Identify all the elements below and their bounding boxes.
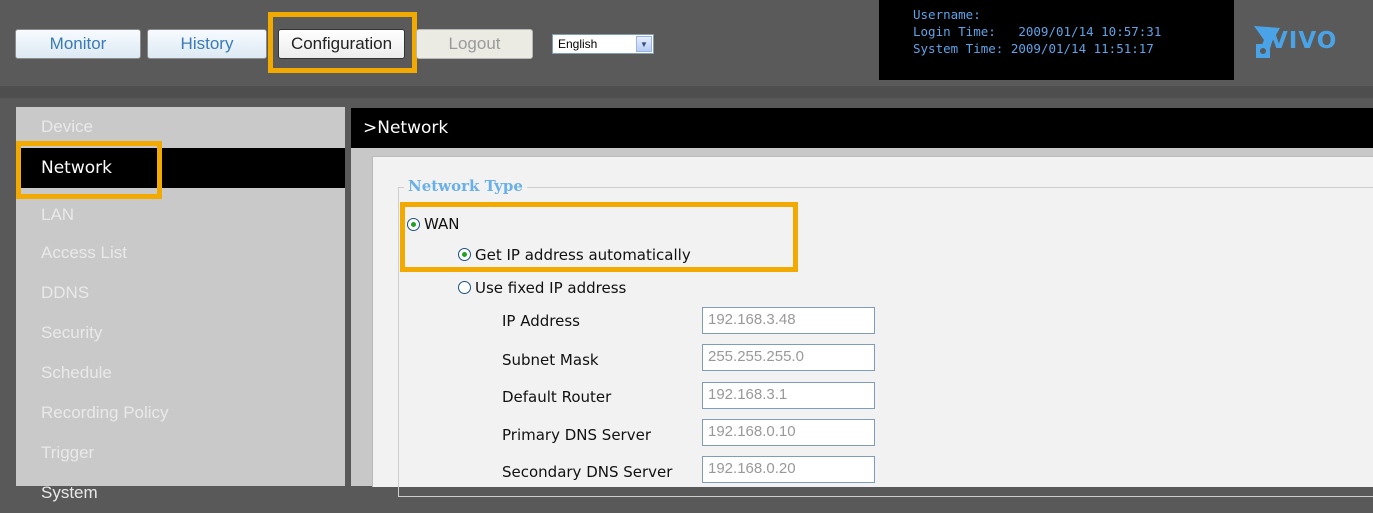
history-button[interactable]: History (147, 29, 267, 59)
sidebar-item-network[interactable]: Network (16, 148, 345, 188)
system-time: System Time: 2009/01/14 11:51:17 (913, 41, 1154, 56)
wan-radio[interactable] (407, 218, 420, 231)
header-divider (0, 86, 1373, 98)
sidebar-item-access-list[interactable]: Access List (16, 233, 345, 273)
sidebar: Device Network LAN Access List DDNS Secu… (16, 107, 345, 502)
login-time: Login Time: 2009/01/14 10:57:31 (913, 24, 1162, 39)
primary-dns-label: Primary DNS Server (502, 426, 651, 444)
secondary-dns-label: Secondary DNS Server (502, 463, 673, 481)
subnet-mask-field[interactable]: 255.255.255.0 (702, 344, 875, 371)
language-selected-value: English (558, 37, 598, 51)
sidebar-item-schedule[interactable]: Schedule (16, 353, 345, 393)
page-title: >Network (351, 108, 1373, 148)
sidebar-item-security[interactable]: Security (16, 313, 345, 353)
logo-text: VIVO (1270, 28, 1338, 54)
logout-button[interactable]: Logout (416, 29, 533, 59)
monitor-button[interactable]: Monitor (15, 29, 141, 59)
ip-address-field[interactable]: 192.168.3.48 (702, 307, 875, 334)
sidebar-item-system[interactable]: System (16, 473, 345, 513)
sidebar-item-device[interactable]: Device (16, 107, 345, 147)
wan-label: WAN (424, 215, 460, 233)
chevron-down-icon[interactable]: ▼ (636, 36, 652, 52)
sidebar-item-ddns[interactable]: DDNS (16, 273, 345, 313)
ip-address-label: IP Address (502, 312, 580, 330)
username-label: Username: (913, 7, 981, 22)
default-router-field[interactable]: 192.168.3.1 (702, 382, 875, 409)
sidebar-item-recording-policy[interactable]: Recording Policy (16, 393, 345, 433)
top-bar: Monitor History Configuration Logout Eng… (0, 0, 1373, 86)
fieldset-legend: Network Type (404, 177, 527, 195)
auto-ip-label: Get IP address automatically (475, 246, 691, 264)
fixed-ip-radio[interactable] (458, 281, 471, 294)
default-router-label: Default Router (502, 388, 612, 406)
auto-ip-radio[interactable] (458, 248, 471, 261)
primary-dns-field[interactable]: 192.168.0.10 (702, 419, 875, 446)
configuration-button[interactable]: Configuration (278, 29, 405, 59)
network-type-fieldset (398, 187, 1373, 497)
session-info: Username: Login Time: 2009/01/14 10:57:31… (879, 0, 1234, 80)
secondary-dns-field[interactable]: 192.168.0.20 (702, 456, 875, 483)
sidebar-item-trigger[interactable]: Trigger (16, 433, 345, 473)
sidebar-item-lan[interactable]: LAN (16, 195, 345, 235)
fixed-ip-label: Use fixed IP address (475, 279, 627, 297)
subnet-mask-label: Subnet Mask (502, 351, 599, 369)
brand-logo: VIVO (1250, 22, 1373, 66)
language-select[interactable]: English ▼ (552, 34, 654, 54)
